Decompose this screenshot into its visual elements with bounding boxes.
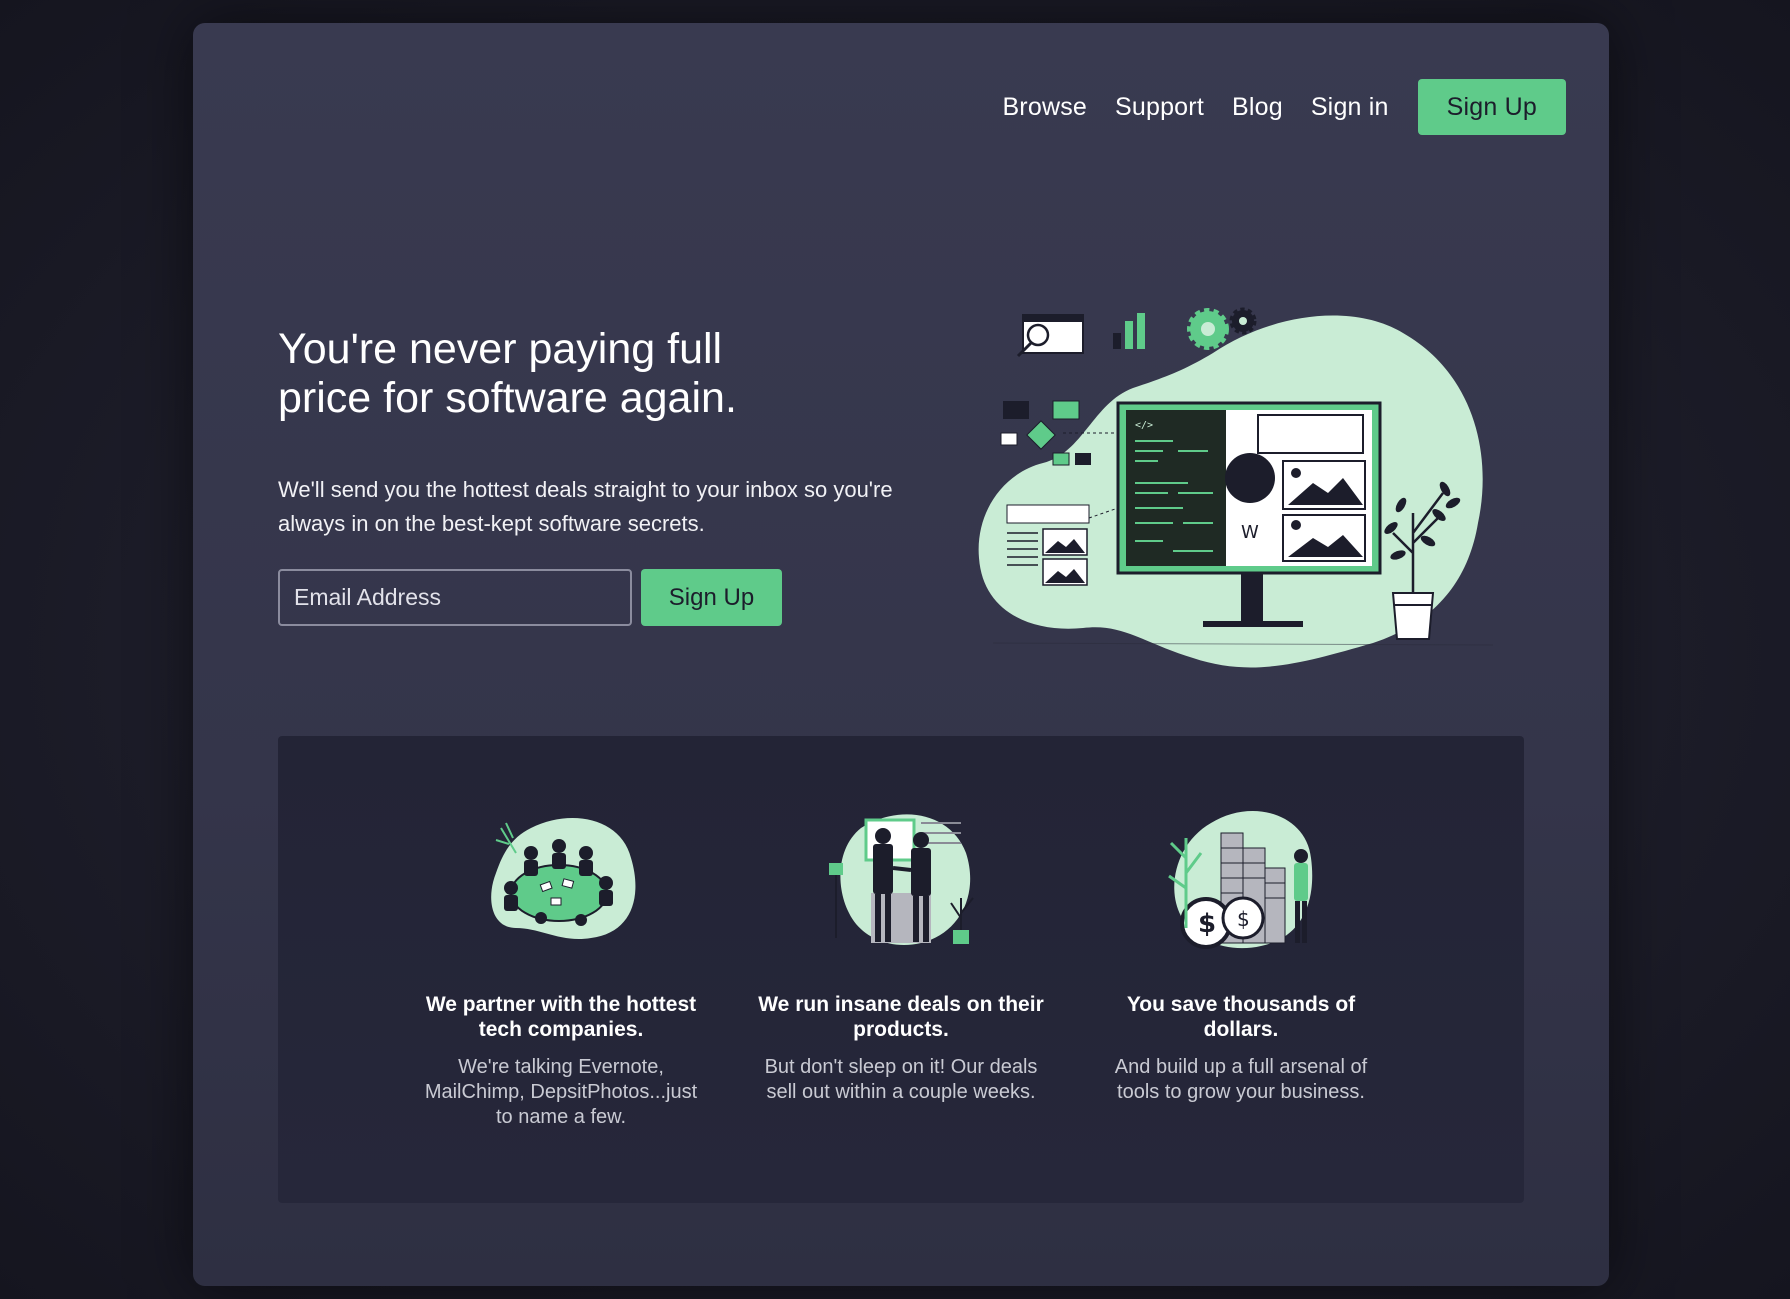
browser-page: Browse Support Blog Sign in Sign Up You'… [193, 23, 1609, 1286]
nav-link-browse[interactable]: Browse [1002, 93, 1087, 122]
nav-link-sign-in[interactable]: Sign in [1311, 93, 1389, 122]
feature-title: You save thousands of dollars. [1126, 993, 1356, 1041]
nav-link-blog[interactable]: Blog [1232, 93, 1283, 122]
top-nav: Browse Support Blog Sign in Sign Up [1002, 79, 1566, 135]
svg-text:$: $ [1237, 907, 1250, 931]
hero-subtitle: We'll send you the hottest deals straigh… [278, 477, 893, 536]
feature-title: We run insane deals on their products. [758, 993, 1044, 1041]
money-savings-illustration: $ $ [1168, 810, 1313, 949]
svg-text:$: $ [1198, 909, 1216, 939]
feature-text: But don't sleep on it! Our deals sell ou… [764, 1056, 1038, 1103]
feature-text: And build up a full arsenal of tools to … [1114, 1056, 1368, 1103]
handshake-deal-illustration [829, 814, 974, 945]
team-meeting-illustration [491, 818, 636, 940]
feature-text: We're talking Evernote, MailChimp, Depsi… [424, 1056, 698, 1128]
nav-link-support[interactable]: Support [1115, 93, 1204, 122]
feature-card-deals: We run insane deals on their products. B… [731, 736, 1071, 1105]
feature-card-savings: $ $ You save thousands of dollars. And b… [1071, 736, 1411, 1105]
hero-title-line-2: price for software again. [278, 374, 737, 422]
email-input[interactable] [278, 569, 632, 626]
features-section: We partner with the hottest tech compani… [278, 736, 1524, 1203]
hero-title: You're never paying full price for softw… [278, 325, 838, 423]
hero-title-line-1: You're never paying full [278, 325, 723, 373]
svg-text:</>: </> [1135, 420, 1153, 431]
feature-title: We partner with the hottest tech compani… [425, 993, 697, 1041]
nav-sign-up-button[interactable]: Sign Up [1417, 79, 1566, 135]
software-deals-illustration: </> W [978, 307, 1494, 668]
svg-text:W: W [1241, 522, 1259, 543]
hero-sign-up-button[interactable]: Sign Up [641, 569, 782, 626]
signup-form: Sign Up [278, 569, 782, 626]
feature-card-partners: We partner with the hottest tech compani… [391, 736, 731, 1130]
